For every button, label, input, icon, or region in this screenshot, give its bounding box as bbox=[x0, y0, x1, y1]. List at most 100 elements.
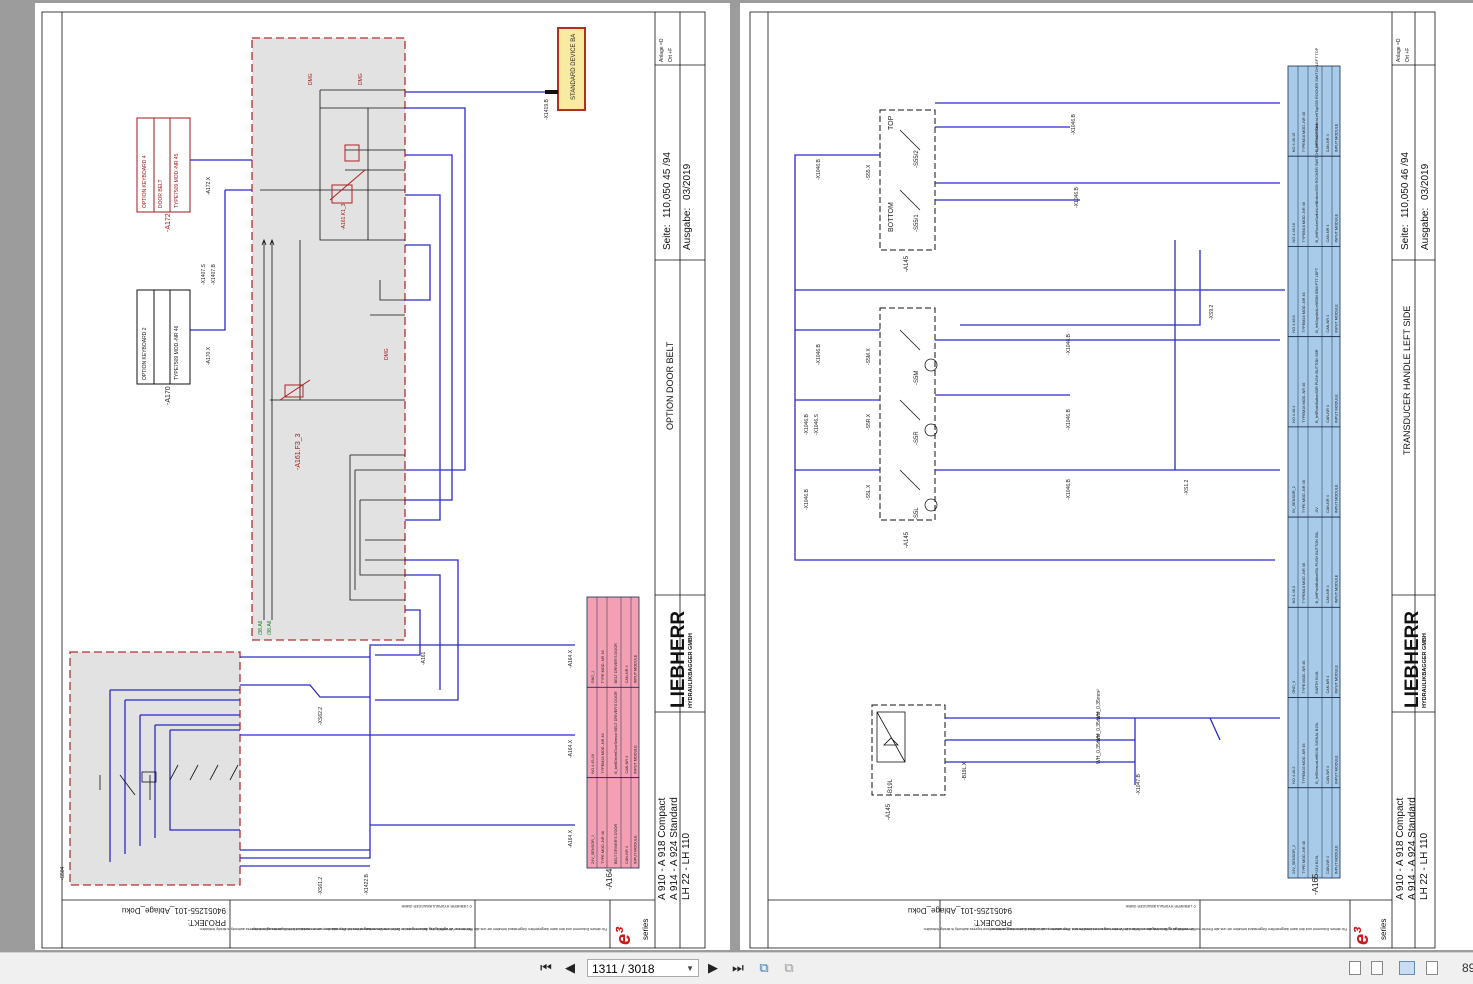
module-r5-text: INPUT MODULE bbox=[1335, 574, 1339, 603]
left-page: Anlage =D Ort +F Seite: 110,050 45 /94 A… bbox=[35, 3, 730, 950]
chevron-down-icon[interactable]: ▼ bbox=[686, 960, 694, 978]
module-r5-text: INPUT MODULE bbox=[1335, 123, 1339, 152]
svg-text:LIEBHERR: LIEBHERR bbox=[1402, 611, 1423, 708]
module-tag-a164: -A164 bbox=[605, 868, 614, 890]
next-page-button[interactable]: ▶ bbox=[705, 959, 721, 977]
label-s504: -S504 bbox=[60, 866, 66, 880]
prev-page-button[interactable]: ◀ bbox=[562, 959, 578, 977]
module-r5-text: INPUT MODULE bbox=[1335, 755, 1339, 784]
module-cell-group: NO 4.45.18 TYPEM16 MOD.-NR 46 B_beltDriver… bbox=[586, 686, 640, 779]
module-r3-text: B_beltDriverDoorSensor BELT DRIVER'S DOO… bbox=[614, 691, 618, 774]
label-x1422: -X1422.B bbox=[364, 873, 370, 895]
type-label: TYPE7509 MOD.-NR 45 bbox=[174, 153, 180, 208]
label-a172: -A172 bbox=[165, 213, 172, 232]
ausgabe-value: 03/2019 bbox=[682, 163, 693, 200]
module-r2-text: TYPEM16 MOD.-NR 46 bbox=[601, 733, 605, 773]
label-x1046-1: -X1046.B bbox=[816, 158, 822, 180]
label-a145-2: -A145 bbox=[904, 531, 910, 548]
module-r1-text: NO 4.46.4 bbox=[1292, 406, 1296, 423]
label-a170: -A170 bbox=[165, 386, 172, 405]
module-r1-text: NO 4.46.6 bbox=[1292, 315, 1296, 332]
viewer-toolbar: ⏮ ◀ 1311 / 3018 ▼ ▶ ⏭ ⧉ ⧉ 89 bbox=[0, 952, 1473, 984]
module-r5-text: INPUT MODULE bbox=[1335, 394, 1339, 423]
rotate-icon: ⧉ bbox=[759, 960, 769, 975]
label-xs9: -XS9.2 bbox=[1209, 304, 1215, 320]
document-canvas: Anlage =D Ort +F Seite: 110,050 45 /94 A… bbox=[35, 3, 1473, 950]
module-r2-text: TYPEM16 MOD.-NR 46 bbox=[1302, 112, 1306, 152]
first-page-button[interactable]: ⏮ bbox=[538, 959, 554, 977]
notice-copyright: © LIEBHERR HYDRAULIKBAGGER GMBH bbox=[401, 904, 472, 908]
module-r4-text: CAN-NR 4 bbox=[1326, 315, 1330, 333]
last-page-button[interactable]: ⏭ bbox=[730, 959, 746, 977]
label-s55-x: -S55.X bbox=[866, 164, 872, 180]
module-r4-text: CAN-NR 4 bbox=[1326, 495, 1330, 513]
module-r5-text: INPUT MODULE bbox=[1335, 304, 1339, 333]
continuous-view-button[interactable] bbox=[1371, 961, 1383, 975]
module-r4-text: CAN-NR 4 bbox=[1326, 585, 1330, 603]
module-r2-text: TYPEM16 MOD.-NR 46 bbox=[1302, 202, 1306, 242]
module-r1-text: NO 4.46.3 bbox=[1292, 586, 1296, 603]
module-r2-text: TYPE MOD.-NR 46 bbox=[601, 831, 605, 864]
single-page-view-button[interactable] bbox=[1349, 961, 1361, 975]
label-a164-x-2: -A164.X bbox=[568, 739, 574, 758]
page-title: OPTION DOOR BELT bbox=[665, 341, 675, 430]
svg-text:e³: e³ bbox=[613, 926, 635, 945]
module-cell-group: NO 4.46.4 TYPEM16 MOD.-NR 46 B_leftPushBut… bbox=[1287, 336, 1341, 428]
model-line-1: A 910 - A 918 Compact bbox=[1395, 797, 1406, 900]
two-page-view-button[interactable] bbox=[1399, 961, 1415, 975]
module-r3-text: B_leftSensorLeftB19L SIGNAL B19L bbox=[1315, 722, 1319, 784]
module-r1-text: GND_1 bbox=[591, 671, 595, 684]
next-page-icon: ▶ bbox=[708, 960, 718, 975]
label-a145-3: -A145 bbox=[886, 803, 892, 820]
label-a172-x: -A172.X bbox=[206, 176, 212, 195]
label-a161: -A161 bbox=[421, 651, 427, 665]
module-tag-a165: -A165 bbox=[1311, 873, 1320, 895]
seite-value: 110,050 45 /94 bbox=[662, 152, 673, 218]
option-keyboard-2-label: OPTION KEYBOARD 2 bbox=[142, 327, 148, 380]
label-x1046-8: -X1046.B bbox=[1066, 408, 1072, 430]
seite-label: Seite: bbox=[1400, 224, 1411, 250]
last-page-icon: ⏭ bbox=[732, 960, 744, 975]
label-xs1: -XS1.2 bbox=[1184, 479, 1190, 495]
notice-de: Für dieses Dokument und den darin darges… bbox=[991, 927, 1347, 931]
page-number-input[interactable]: 1311 / 3018 ▼ bbox=[587, 959, 699, 977]
anlage-label: Anlage =D bbox=[659, 38, 665, 62]
project-value: 94051255-101_Ablage_Doku bbox=[908, 906, 1012, 915]
model-line-2: A 914 - A 924 Standard bbox=[669, 797, 680, 900]
right-page: Anlage =D Ort +F Seite: 110,050 46 /94 A… bbox=[740, 3, 1473, 950]
label-b19l-x: -B19L.X bbox=[962, 761, 968, 780]
label-dmg-2: DMG bbox=[358, 73, 364, 85]
module-r1-text: NO 4.45.18 bbox=[591, 754, 595, 773]
module-r2-text: TYPE MOD.-NR 46 bbox=[1302, 661, 1306, 694]
module-cell-group: NO 4.46.6 TYPEM16 MOD.-NR 46 B_leftJoystic… bbox=[1287, 246, 1341, 338]
module-cell-group: 24V_SENSOR_2 TYPE MOD.-NR 46 +24V B19L CAN-… bbox=[1287, 787, 1341, 879]
module-r5-text: INPUT MODULE bbox=[1335, 845, 1339, 874]
module-r3-text: -0V bbox=[1315, 507, 1319, 513]
module-r4-text: CAN-NR 4 bbox=[1326, 766, 1330, 784]
ort-label: Ort +F bbox=[668, 48, 674, 62]
label-s5r-x: -S5R.X bbox=[866, 413, 872, 430]
module-cell-group: 24V_SENSOR_1 TYPE MOD.-NR 46 BELT DRIVER'S… bbox=[586, 777, 640, 869]
model-line-2: A 914 - A 924 Standard bbox=[1407, 797, 1418, 900]
module-r1-text: 24V_SENSOR_2 bbox=[1292, 845, 1296, 874]
module-r1-text: 0V_SENSOR_2 bbox=[1292, 486, 1296, 513]
first-page-icon: ⏮ bbox=[540, 960, 552, 975]
label-x1046-6: -X1046.B bbox=[1074, 186, 1080, 208]
zoom-level[interactable]: 89 bbox=[1462, 961, 1473, 975]
ausgabe-label: Ausgabe: bbox=[1420, 208, 1431, 250]
label-dmg-3: DMG bbox=[384, 348, 390, 360]
two-page-continuous-view-button[interactable] bbox=[1426, 961, 1438, 975]
label-bottom: BOTTOM bbox=[888, 202, 895, 232]
module-r2-text: TYPEM16 MOD.-NR 46 bbox=[1302, 292, 1306, 332]
label-a164-x-1: -A164.X bbox=[568, 649, 574, 668]
option-keyboard-label: OPTION KEYBOARD 4 bbox=[142, 155, 148, 208]
document-viewer[interactable]: Anlage =D Ort +F Seite: 110,050 45 /94 A… bbox=[0, 0, 1473, 952]
standard-device-label: STANDARD DEVICE BA bbox=[571, 34, 577, 100]
extract-button[interactable]: ⧉ bbox=[781, 959, 797, 977]
label-cross-ref-1: /38.A6 bbox=[258, 620, 264, 635]
ort-label: Ort +F bbox=[1405, 48, 1411, 62]
module-r1-text: NO 4.46.2 bbox=[1292, 766, 1296, 783]
extract-icon: ⧉ bbox=[784, 960, 794, 975]
rotate-button[interactable]: ⧉ bbox=[756, 959, 772, 977]
svg-text:e³: e³ bbox=[1351, 926, 1373, 945]
